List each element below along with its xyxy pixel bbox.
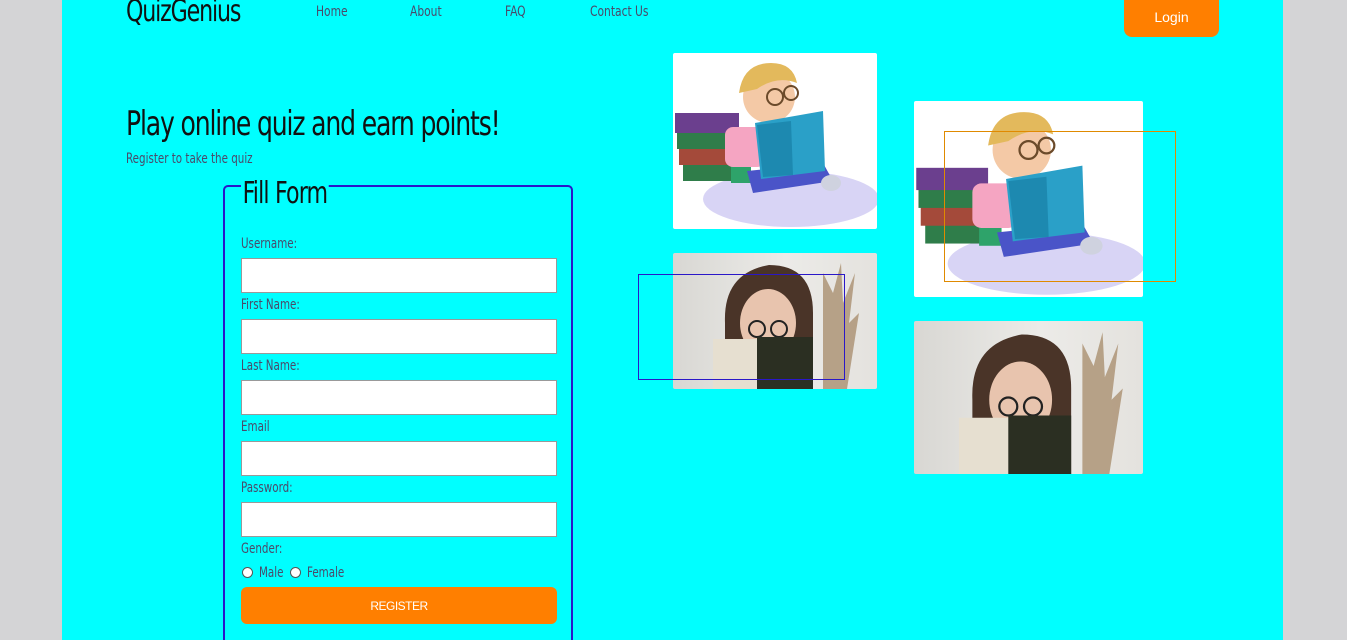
gender-male-radio[interactable] <box>242 567 253 578</box>
password-label: Password: <box>241 480 293 496</box>
selection-box-orange <box>944 131 1176 282</box>
gender-female-radio[interactable] <box>290 567 301 578</box>
nav-home[interactable]: Home <box>316 4 348 20</box>
brand-logo[interactable]: QuizGenius <box>126 0 241 29</box>
selection-box-blue <box>638 274 845 380</box>
gender-female-label: Female <box>307 565 345 581</box>
first-name-label: First Name: <box>241 297 300 313</box>
last-name-input[interactable] <box>241 380 557 415</box>
page: QuizGenius Home About FAQ Contact Us Log… <box>62 0 1283 640</box>
email-label: Email <box>241 419 270 435</box>
form-legend: Fill Form <box>241 176 329 211</box>
email-input[interactable] <box>241 441 557 476</box>
username-input[interactable] <box>241 258 557 293</box>
gender-label: Gender: <box>241 541 283 557</box>
password-input[interactable] <box>241 502 557 537</box>
nav-contact-us[interactable]: Contact Us <box>590 4 648 20</box>
gender-male-label: Male <box>259 565 284 581</box>
username-label: Username: <box>241 236 298 252</box>
last-name-label: Last Name: <box>241 358 300 374</box>
woman-with-book-image-large <box>914 321 1143 474</box>
hero-title: Play online quiz and earn points! <box>126 104 501 144</box>
nav-about[interactable]: About <box>410 4 442 20</box>
register-button[interactable]: REGISTER <box>241 587 557 624</box>
nav-faq[interactable]: FAQ <box>505 4 526 20</box>
first-name-input[interactable] <box>241 319 557 354</box>
hero-subtitle: Register to take the quiz <box>126 151 253 167</box>
boy-reading-image <box>673 53 877 229</box>
login-button[interactable]: Login <box>1124 0 1219 37</box>
